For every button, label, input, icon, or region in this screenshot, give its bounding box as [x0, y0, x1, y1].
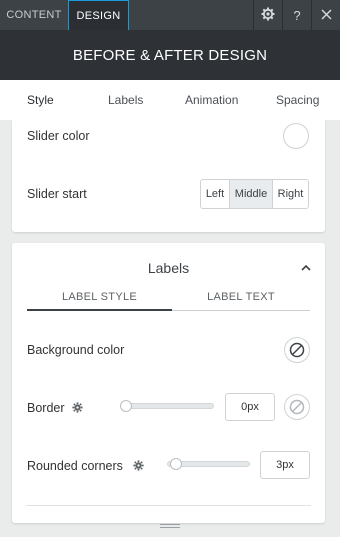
slider-start-label: Slider start — [27, 187, 87, 201]
border-settings-button[interactable] — [72, 402, 83, 416]
no-color-icon — [289, 342, 305, 358]
subtab-labels[interactable]: Labels — [108, 93, 143, 107]
no-color-icon — [289, 399, 305, 415]
slider-color-label: Slider color — [27, 129, 90, 143]
rounded-corners-input[interactable]: 3px — [260, 451, 310, 479]
background-color-label: Background color — [27, 343, 125, 357]
background-color-none-button[interactable] — [284, 337, 310, 363]
resize-grip-handle[interactable] — [160, 524, 180, 530]
collapse-chevron-button[interactable] — [301, 260, 311, 274]
border-width-input[interactable]: 0px — [225, 393, 275, 421]
tab-label-style[interactable]: LABEL STYLE — [27, 291, 172, 303]
rounded-corners-slider-handle[interactable] — [170, 458, 183, 470]
close-icon — [321, 8, 332, 23]
inner-tab-underline — [172, 310, 310, 311]
top-tab-bar: CONTENT DESIGN ? — [0, 0, 340, 30]
sub-tab-bar: Style Labels Animation Spacing — [0, 80, 340, 120]
slider-start-middle-option[interactable]: Middle — [230, 180, 273, 208]
border-color-none-button[interactable] — [284, 394, 310, 420]
tab-design[interactable]: DESIGN — [68, 0, 129, 30]
tab-label-text[interactable]: LABEL TEXT — [172, 291, 310, 303]
labels-card: Labels LABEL STYLE LABEL TEXT Background… — [12, 243, 325, 523]
active-tab-indicator — [33, 117, 47, 123]
gear-icon — [133, 460, 144, 474]
help-button[interactable]: ? — [282, 0, 311, 30]
panel-title: BEFORE & AFTER DESIGN — [72, 46, 268, 64]
slider-start-right-option[interactable]: Right — [273, 180, 308, 208]
rounded-corners-settings-button[interactable] — [133, 460, 144, 474]
border-label: Border — [27, 401, 65, 415]
subtab-spacing[interactable]: Spacing — [276, 93, 319, 107]
border-slider-handle[interactable] — [120, 400, 132, 412]
labels-section-title: Labels — [147, 260, 190, 276]
style-card: Slider color Slider start Left Middle Ri… — [12, 120, 325, 232]
slider-start-left-option[interactable]: Left — [201, 180, 230, 208]
slider-start-segmented: Left Middle Right — [200, 179, 309, 209]
chevron-up-icon — [301, 260, 311, 274]
help-icon: ? — [293, 7, 301, 23]
subtab-style[interactable]: Style — [27, 93, 54, 107]
settings-button[interactable] — [253, 0, 282, 30]
gear-icon — [261, 7, 275, 24]
tab-content[interactable]: CONTENT — [0, 0, 68, 30]
subtab-animation[interactable]: Animation — [185, 93, 238, 107]
gear-icon — [72, 402, 83, 416]
rounded-corners-label: Rounded corners — [27, 459, 123, 473]
panel-header: BEFORE & AFTER DESIGN — [0, 30, 340, 80]
border-slider-track[interactable] — [122, 403, 214, 409]
active-inner-tab-underline — [27, 309, 172, 311]
close-button[interactable] — [311, 0, 340, 30]
section-divider — [26, 505, 311, 506]
slider-color-swatch[interactable] — [283, 123, 309, 149]
